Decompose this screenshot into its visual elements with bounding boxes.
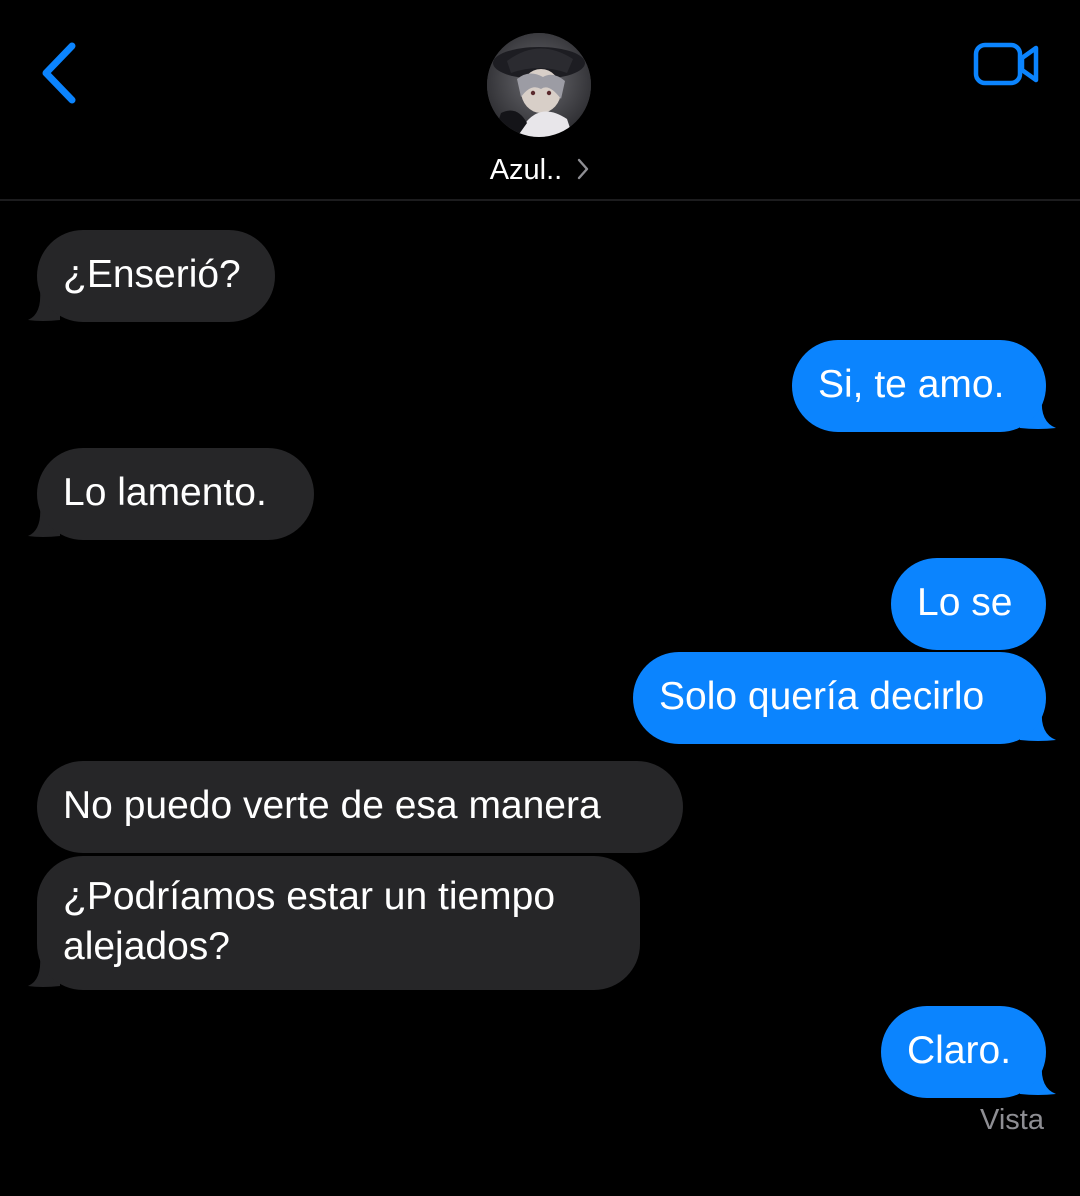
message-text: Lo lamento.: [63, 471, 267, 514]
chevron-left-icon: [42, 42, 76, 104]
message-thread[interactable]: ¿Enserió? Si, te amo. Lo lamento. Lo se …: [0, 200, 1080, 1196]
incoming-message-bubble[interactable]: Lo lamento.: [37, 448, 314, 540]
message-text: ¿Podríamos estar un tiempo alejados?: [63, 875, 556, 968]
facetime-video-button[interactable]: [972, 40, 1042, 88]
message-text: No puedo verte de esa manera: [63, 784, 601, 827]
conversation-header: Azul..: [0, 0, 1080, 201]
video-camera-icon: [973, 42, 1039, 86]
contact-name: Azul..: [489, 154, 563, 186]
incoming-message-bubble[interactable]: ¿Podríamos estar un tiempo alejados?: [37, 856, 640, 990]
outgoing-message-bubble[interactable]: Si, te amo.: [792, 340, 1046, 432]
outgoing-message-bubble[interactable]: Solo quería decirlo: [633, 652, 1046, 744]
contact-name-button[interactable]: Azul..: [0, 150, 1080, 190]
avatar-image: [487, 33, 591, 137]
back-button[interactable]: [36, 38, 86, 108]
message-text: Claro.: [907, 1029, 1012, 1072]
read-receipt: Vista: [980, 1104, 1044, 1136]
incoming-message-bubble[interactable]: ¿Enserió?: [37, 230, 275, 322]
message-text: Lo se: [917, 581, 1013, 624]
contact-avatar[interactable]: [487, 33, 591, 137]
message-text: ¿Enserió?: [63, 253, 241, 296]
outgoing-message-bubble[interactable]: Claro.: [881, 1006, 1046, 1098]
outgoing-message-bubble[interactable]: Lo se: [891, 558, 1046, 650]
message-text: Si, te amo.: [818, 363, 1005, 406]
chevron-right-icon: [578, 159, 589, 180]
message-text: Solo quería decirlo: [659, 675, 985, 718]
incoming-message-bubble[interactable]: No puedo verte de esa manera: [37, 761, 683, 853]
